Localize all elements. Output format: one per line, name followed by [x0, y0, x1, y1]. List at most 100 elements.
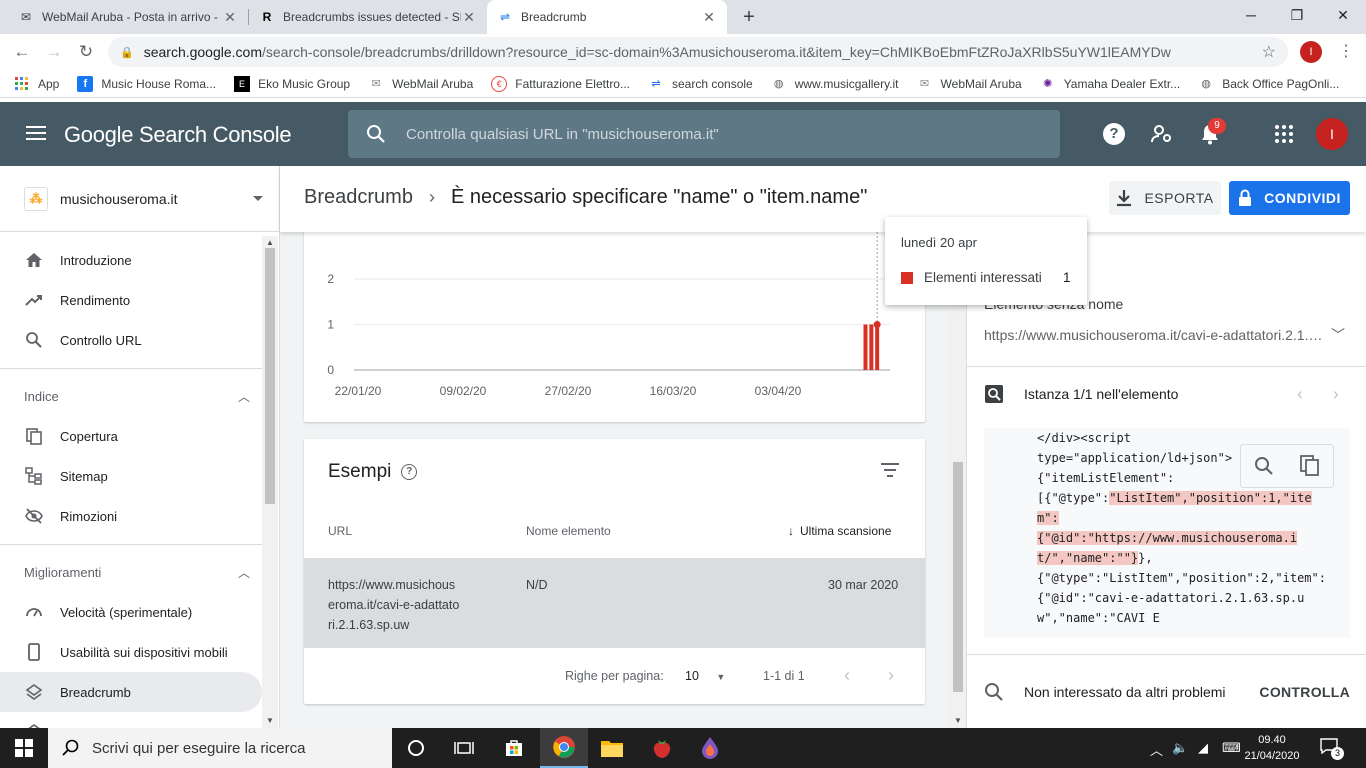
- chrome-icon[interactable]: [540, 728, 588, 768]
- copy-icon[interactable]: [1300, 455, 1320, 477]
- element-url-select[interactable]: https://www.musichouseroma.it/cavi-e-ada…: [984, 327, 1324, 343]
- table-row[interactable]: https://www.musichous eroma.it/cavi-e-ad…: [304, 559, 925, 648]
- minimize-button[interactable]: ─: [1228, 0, 1274, 30]
- bookmark-music-house[interactable]: f Music House Roma...: [77, 75, 216, 92]
- check-button[interactable]: CONTROLLA: [1259, 684, 1350, 700]
- url-inspection-input[interactable]: [406, 125, 1060, 143]
- browser-tab-webmail[interactable]: ✉ WebMail Aruba - Posta in arrivo - ✕: [8, 0, 248, 34]
- sidebar-section-miglioramenti[interactable]: Miglioramenti ︿: [24, 564, 250, 581]
- sidebar-item-partial[interactable]: [0, 712, 262, 728]
- column-header-last-crawl[interactable]: ↓ Ultima scansione: [788, 524, 891, 538]
- chevron-down-icon[interactable]: ﹀: [1331, 325, 1345, 345]
- row-url-line: ri.2.1.63.sp.uw: [328, 618, 410, 632]
- column-header-name[interactable]: Nome elemento: [526, 524, 611, 538]
- back-button[interactable]: ←: [10, 40, 34, 64]
- bookmark-webmail-aruba[interactable]: ✉ WebMail Aruba: [368, 76, 474, 92]
- instance-header: Istanza 1/1 nell'elemento: [984, 384, 1178, 404]
- close-tab-icon[interactable]: ✕: [461, 9, 477, 26]
- sidebar-item-rimozioni[interactable]: Rimozioni: [0, 496, 262, 536]
- breadcrumb-root-link[interactable]: Breadcrumb: [304, 186, 413, 209]
- sidebar-item-velocita[interactable]: Velocità (sperimentale): [0, 592, 262, 632]
- store-icon[interactable]: [490, 728, 538, 768]
- browser-tab-breadcrumb[interactable]: ⇌ Breadcrumb ✕: [487, 0, 727, 34]
- r-icon: R: [262, 10, 272, 24]
- sidebar-scrollbar[interactable]: ▲ ▼: [262, 236, 278, 728]
- action-center-icon[interactable]: 3: [1320, 738, 1346, 760]
- help-icon[interactable]: ?: [1102, 122, 1126, 146]
- yamaha-icon: ✺: [1043, 78, 1053, 90]
- sidebar-item-rendimento[interactable]: Rendimento: [0, 280, 262, 320]
- apps-grid-icon[interactable]: [1272, 122, 1296, 146]
- column-header-url[interactable]: URL: [328, 524, 352, 538]
- keyboard-icon[interactable]: ⌨: [1222, 740, 1241, 756]
- filter-icon[interactable]: [881, 463, 899, 481]
- url-inspection-search[interactable]: [348, 110, 1060, 158]
- bookmark-star-icon[interactable]: ☆: [1262, 42, 1276, 62]
- sidebar-item-usabilita-mobile[interactable]: Usabilità sui dispositivi mobili: [0, 632, 262, 672]
- share-button[interactable]: CONDIVIDI: [1229, 181, 1350, 215]
- scrollbar-thumb[interactable]: [265, 248, 275, 504]
- sidebar-section-indice[interactable]: Indice ︿: [24, 388, 250, 405]
- prev-page-icon[interactable]: ‹: [844, 665, 850, 686]
- menu-icon[interactable]: [24, 122, 48, 146]
- restore-button[interactable]: ❐: [1274, 0, 1320, 30]
- bookmark-musicgallery[interactable]: ◍ www.musicgallery.it: [771, 76, 899, 92]
- volume-icon[interactable]: 🔈: [1172, 740, 1188, 756]
- reload-button[interactable]: ↻: [74, 40, 98, 64]
- browser-profile-avatar[interactable]: I: [1300, 41, 1322, 63]
- y-tick-label: 0: [327, 363, 334, 377]
- forward-button[interactable]: →: [42, 40, 66, 64]
- drop-app-icon[interactable]: [686, 728, 734, 768]
- prev-instance-icon[interactable]: ‹: [1297, 384, 1303, 404]
- main-scrollbar[interactable]: ▼: [950, 232, 966, 728]
- close-tab-icon[interactable]: ✕: [222, 9, 238, 26]
- browser-menu-icon[interactable]: ⋮: [1336, 40, 1356, 64]
- search-icon[interactable]: [1254, 456, 1274, 476]
- other-issues-row: Non interessato da altri problemi CONTRO…: [984, 682, 1350, 702]
- help-outline-icon[interactable]: ?: [401, 464, 418, 480]
- close-tab-icon[interactable]: ✕: [701, 9, 717, 26]
- scroll-up-arrow-icon[interactable]: ▲: [265, 238, 275, 247]
- address-bar[interactable]: 🔒 search.google.com/search-console/bread…: [108, 37, 1288, 67]
- notification-count-badge: 9: [1208, 118, 1226, 134]
- strawberry-app-icon[interactable]: [638, 728, 686, 768]
- manage-users-icon[interactable]: [1150, 122, 1174, 146]
- next-instance-icon[interactable]: ›: [1333, 384, 1339, 404]
- taskbar-search-input[interactable]: [92, 739, 392, 757]
- cortana-icon[interactable]: [392, 728, 440, 768]
- bookmark-fatturazione[interactable]: € Fatturazione Elettro...: [491, 75, 630, 92]
- account-avatar[interactable]: I: [1316, 118, 1348, 150]
- bookmark-pagonline[interactable]: ◍ Back Office PagOnli...: [1198, 76, 1339, 92]
- gsc-logo[interactable]: Google Search Console: [64, 122, 292, 148]
- scrollbar-thumb[interactable]: [953, 462, 963, 692]
- bookmark-eko[interactable]: E Eko Music Group: [234, 75, 350, 92]
- sidebar-item-introduzione[interactable]: Introduzione: [0, 240, 262, 280]
- new-tab-button[interactable]: +: [738, 5, 760, 29]
- sidebar-item-sitemap[interactable]: Sitemap: [0, 456, 262, 496]
- export-button[interactable]: ESPORTA: [1109, 181, 1221, 215]
- bookmark-search-console[interactable]: ⇌ search console: [648, 76, 752, 92]
- file-explorer-icon[interactable]: [588, 728, 636, 768]
- browser-tab-breadcrumbs-issues[interactable]: R Breadcrumbs issues detected - SE ✕: [249, 0, 487, 34]
- affected-items-chart[interactable]: 0 1 2 22/01/20 09/02/20 27/02/20 16/03/20 03/04…: [304, 232, 925, 422]
- taskbar-search[interactable]: [48, 728, 392, 768]
- bookmark-yamaha[interactable]: ✺ Yamaha Dealer Extr...: [1040, 76, 1180, 92]
- network-icon[interactable]: ◢: [1198, 740, 1208, 756]
- close-window-button[interactable]: ✕: [1320, 0, 1366, 30]
- bookmark-apps[interactable]: App: [14, 76, 59, 92]
- property-selector[interactable]: ⁂ musichouseroma.it: [0, 166, 279, 232]
- sidebar-item-controllo-url[interactable]: Controllo URL: [0, 320, 262, 360]
- next-page-icon[interactable]: ›: [888, 665, 894, 686]
- rows-per-page-select[interactable]: 10 ▼: [685, 669, 725, 683]
- system-clock[interactable]: 09.40 21/04/2020: [1240, 732, 1304, 764]
- start-button[interactable]: [0, 728, 48, 768]
- scroll-down-arrow-icon[interactable]: ▼: [953, 716, 963, 725]
- scroll-down-arrow-icon[interactable]: ▼: [265, 716, 275, 725]
- code-snippet[interactable]: </div><script type="application/ld+json"…: [984, 428, 1350, 638]
- bookmark-webmail-aruba-2[interactable]: ✉ WebMail Aruba: [917, 76, 1022, 92]
- task-view-icon[interactable]: [440, 728, 488, 768]
- code-toolbar: [1240, 444, 1334, 488]
- sidebar-item-copertura[interactable]: Copertura: [0, 416, 262, 456]
- tray-chevron-up-icon[interactable]: ︿: [1150, 740, 1163, 759]
- sidebar-item-breadcrumb[interactable]: Breadcrumb: [0, 672, 262, 712]
